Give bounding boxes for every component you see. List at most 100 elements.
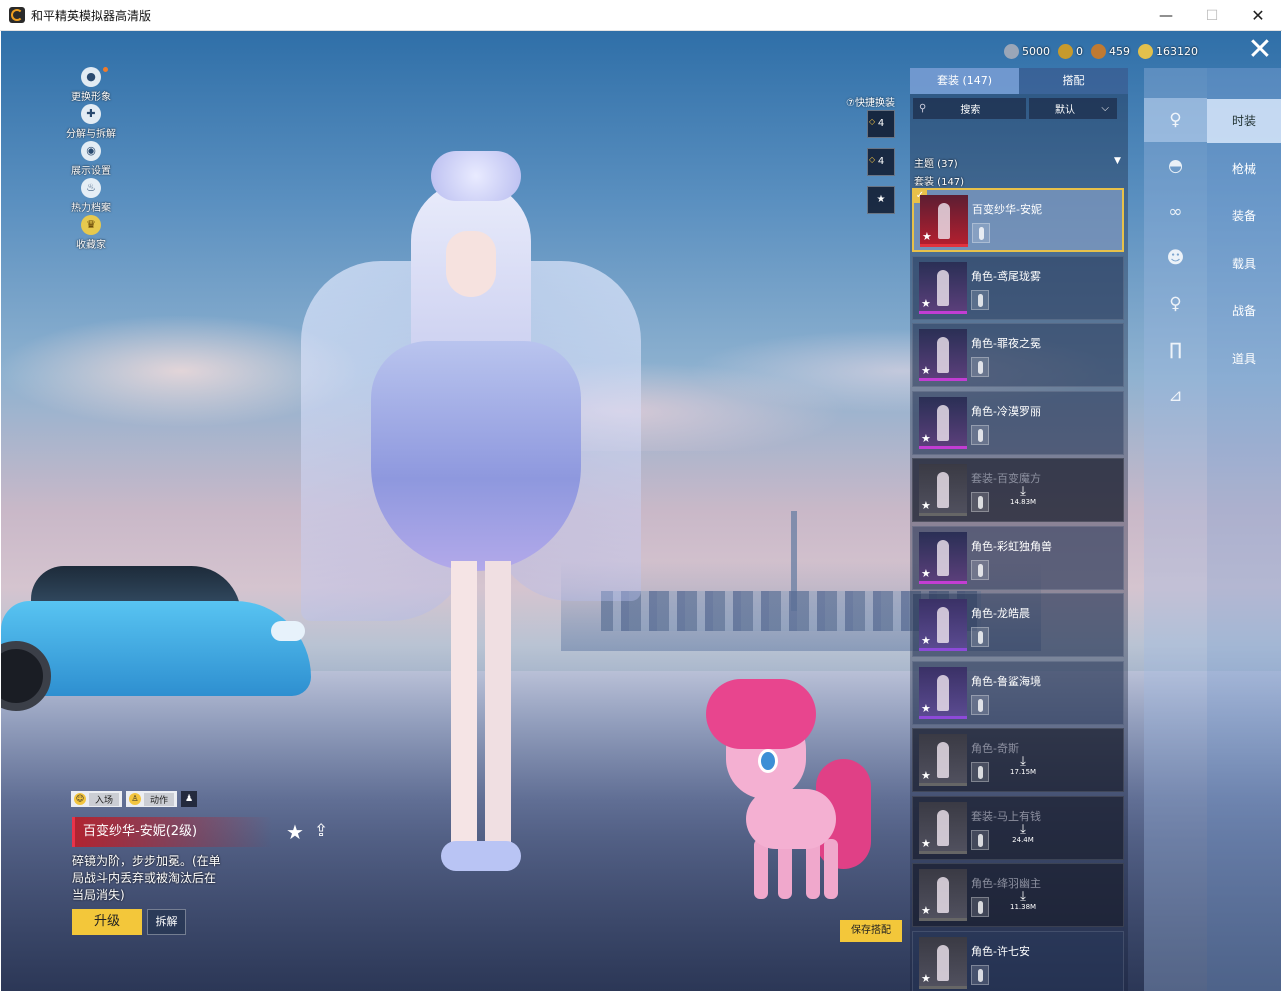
- window-title-bar: 和平精英模拟器高清版 — ☐ ✕: [0, 0, 1282, 31]
- upgrade-button[interactable]: 升级: [72, 909, 142, 935]
- mask-icon[interactable]: ☻: [1144, 236, 1207, 280]
- figure-preview: [938, 203, 950, 239]
- outfit-card[interactable]: ★ 角色-彩虹独角兽: [912, 525, 1124, 590]
- heat-archive-button[interactable]: ♨ 热力档案: [61, 178, 121, 214]
- move-action-button[interactable]: ♙ 动作: [126, 791, 178, 807]
- part-preview-icon: [971, 424, 989, 445]
- panel-tabs: 套装 (147) 搭配: [910, 68, 1128, 94]
- quick-swap-slot-3[interactable]: ★: [867, 186, 895, 214]
- menu-label: 收藏家: [76, 240, 106, 251]
- collector-badge-icon: ♛: [81, 215, 101, 235]
- character-model[interactable]: [301, 151, 641, 911]
- game-viewport[interactable]: ● 更换形象 ✚ 分解与拆解 ◉ 展示设置 ♨ 热力档案 ♛ 收藏家 5000 …: [1, 31, 1281, 991]
- outfit-thumbnail: ★: [919, 396, 967, 449]
- star-icon: ★: [921, 904, 931, 917]
- download-button[interactable]: ⤓ 24.4M: [1010, 823, 1036, 844]
- part-preview-icon: [972, 223, 990, 243]
- outfit-name: 角色-龙皓晨: [971, 607, 1030, 620]
- star-icon: ★: [921, 701, 931, 715]
- collector-button[interactable]: ♛ 收藏家: [61, 215, 121, 251]
- figure-preview: [937, 742, 949, 778]
- category-tab[interactable]: 时装: [1207, 99, 1281, 143]
- outfit-card[interactable]: ★ 套装-马上有钱 ⤓ 24.4M: [912, 795, 1124, 860]
- caret-down-icon[interactable]: ▼: [1114, 156, 1121, 166]
- sort-value: 默认: [1055, 105, 1075, 116]
- search-input[interactable]: ⚲ 搜索: [913, 98, 1026, 119]
- currency-value: 459: [1109, 44, 1130, 58]
- figure-preview: [937, 539, 949, 576]
- maximize-button[interactable]: ☐: [1189, 0, 1235, 31]
- part-preview-icon: [971, 762, 989, 782]
- dismantle-button[interactable]: 拆解: [147, 909, 186, 935]
- currency-value: 5000: [1022, 44, 1050, 58]
- favorite-star-icon[interactable]: ★: [286, 820, 304, 844]
- outfit-card[interactable]: ★ 角色-绛羽幽主 ⤓ 11.38M: [912, 863, 1124, 927]
- close-window-button[interactable]: ✕: [1235, 0, 1281, 31]
- figure-preview: [937, 404, 949, 441]
- outfit-name: 角色-奇斯: [971, 742, 1019, 755]
- quick-swap-slot-1[interactable]: ◇ 4: [867, 110, 895, 138]
- download-button[interactable]: ⤓ 17.15M: [1010, 755, 1036, 776]
- pose-button[interactable]: ♟: [181, 791, 198, 807]
- category-tab[interactable]: 载具: [1207, 242, 1281, 286]
- search-row: ⚲ 搜索 默认 ⌵: [913, 98, 1125, 119]
- save-outfit-button[interactable]: 保存搭配: [840, 920, 902, 942]
- outfit-card[interactable]: ★ 角色-奇斯 ⤓ 17.15M: [912, 728, 1124, 792]
- category-tab[interactable]: 装备: [1207, 194, 1281, 238]
- outfit-card[interactable]: ★ 角色-许七安: [912, 930, 1124, 991]
- outfit-card[interactable]: ★ 角色-鸢尾珑雾: [912, 255, 1124, 320]
- outfit-icon[interactable]: ♀: [1144, 98, 1207, 142]
- outfit-card[interactable]: ★ 角色-鲁鲨海境: [912, 660, 1124, 725]
- decompose-button[interactable]: ✚ 分解与拆解: [61, 104, 121, 140]
- outfit-thumbnail: ★: [919, 936, 967, 989]
- outfit-thumbnail: ★: [919, 531, 967, 584]
- coin-gold-icon: [1138, 43, 1153, 59]
- share-icon[interactable]: ⇪: [314, 821, 328, 841]
- action-label: 入场: [89, 792, 120, 806]
- download-icon: ⤓: [1020, 821, 1026, 837]
- figure-icon[interactable]: ♀: [1144, 282, 1207, 326]
- download-button[interactable]: ⤓ 14.83M: [1010, 485, 1036, 506]
- set-group[interactable]: 套装 (147): [914, 173, 964, 188]
- pants-icon[interactable]: ∏: [1144, 328, 1207, 372]
- outfit-card[interactable]: ✓★百变纱华-安妮: [912, 188, 1124, 252]
- goggles-icon[interactable]: ∞: [1144, 190, 1207, 234]
- change-appearance-button[interactable]: ● 更换形象: [61, 67, 121, 103]
- outfit-name: 角色-罪夜之冕: [971, 337, 1041, 350]
- coin-silver-icon: [1004, 43, 1019, 59]
- download-button[interactable]: ⤓ 11.38M: [1010, 890, 1036, 911]
- outfit-thumbnail: ★: [919, 599, 967, 651]
- theme-group[interactable]: 主题 (37): [914, 155, 958, 170]
- category-tab[interactable]: 战备: [1207, 289, 1281, 333]
- minimize-button[interactable]: —: [1143, 0, 1189, 31]
- currency-value: 163120: [1156, 44, 1198, 58]
- outfit-name: 角色-绛羽幽主: [971, 877, 1041, 890]
- close-icon[interactable]: ✕: [1243, 35, 1277, 69]
- cap-icon[interactable]: ◓: [1144, 144, 1207, 188]
- sort-dropdown[interactable]: 默认 ⌵: [1029, 98, 1117, 119]
- outfit-card[interactable]: ★ 角色-龙皓晨: [912, 593, 1124, 657]
- pose-icon: ♟: [184, 794, 194, 804]
- search-icon: ⚲: [919, 103, 927, 114]
- entrance-action-button[interactable]: ☺ 入场: [71, 791, 123, 807]
- star-icon: ★: [921, 836, 931, 850]
- figure-preview: [937, 337, 949, 373]
- outfit-thumbnail: ★: [920, 195, 968, 247]
- figure-preview: [937, 877, 949, 913]
- outfit-card[interactable]: ★ 套装-百变魔方 ⤓ 14.83M: [912, 458, 1124, 522]
- shoes-icon[interactable]: ⊿: [1144, 374, 1207, 418]
- tab-sets[interactable]: 套装 (147): [910, 68, 1019, 94]
- display-settings-button[interactable]: ◉ 展示设置: [61, 141, 121, 177]
- category-tab[interactable]: 道具: [1207, 337, 1281, 381]
- outfit-panel: 套装 (147) 搭配 ⚲ 搜索 默认 ⌵ 主题 (37) ▼ 套装 (147)…: [910, 68, 1128, 991]
- puzzle-icon: ✚: [81, 104, 101, 124]
- category-tab[interactable]: 枪械: [1207, 147, 1281, 191]
- tab-match[interactable]: 搭配: [1019, 68, 1128, 94]
- star-icon: ★: [921, 566, 931, 580]
- outfit-card[interactable]: ★ 角色-罪夜之冕: [912, 323, 1124, 387]
- slot-number: 4: [877, 156, 885, 167]
- currency-value: 0: [1076, 44, 1083, 58]
- outfit-card[interactable]: ★ 角色-冷漠罗丽: [912, 390, 1124, 455]
- download-size: 24.4M: [1012, 835, 1034, 844]
- quick-swap-slot-2[interactable]: ◇ 4: [867, 148, 895, 176]
